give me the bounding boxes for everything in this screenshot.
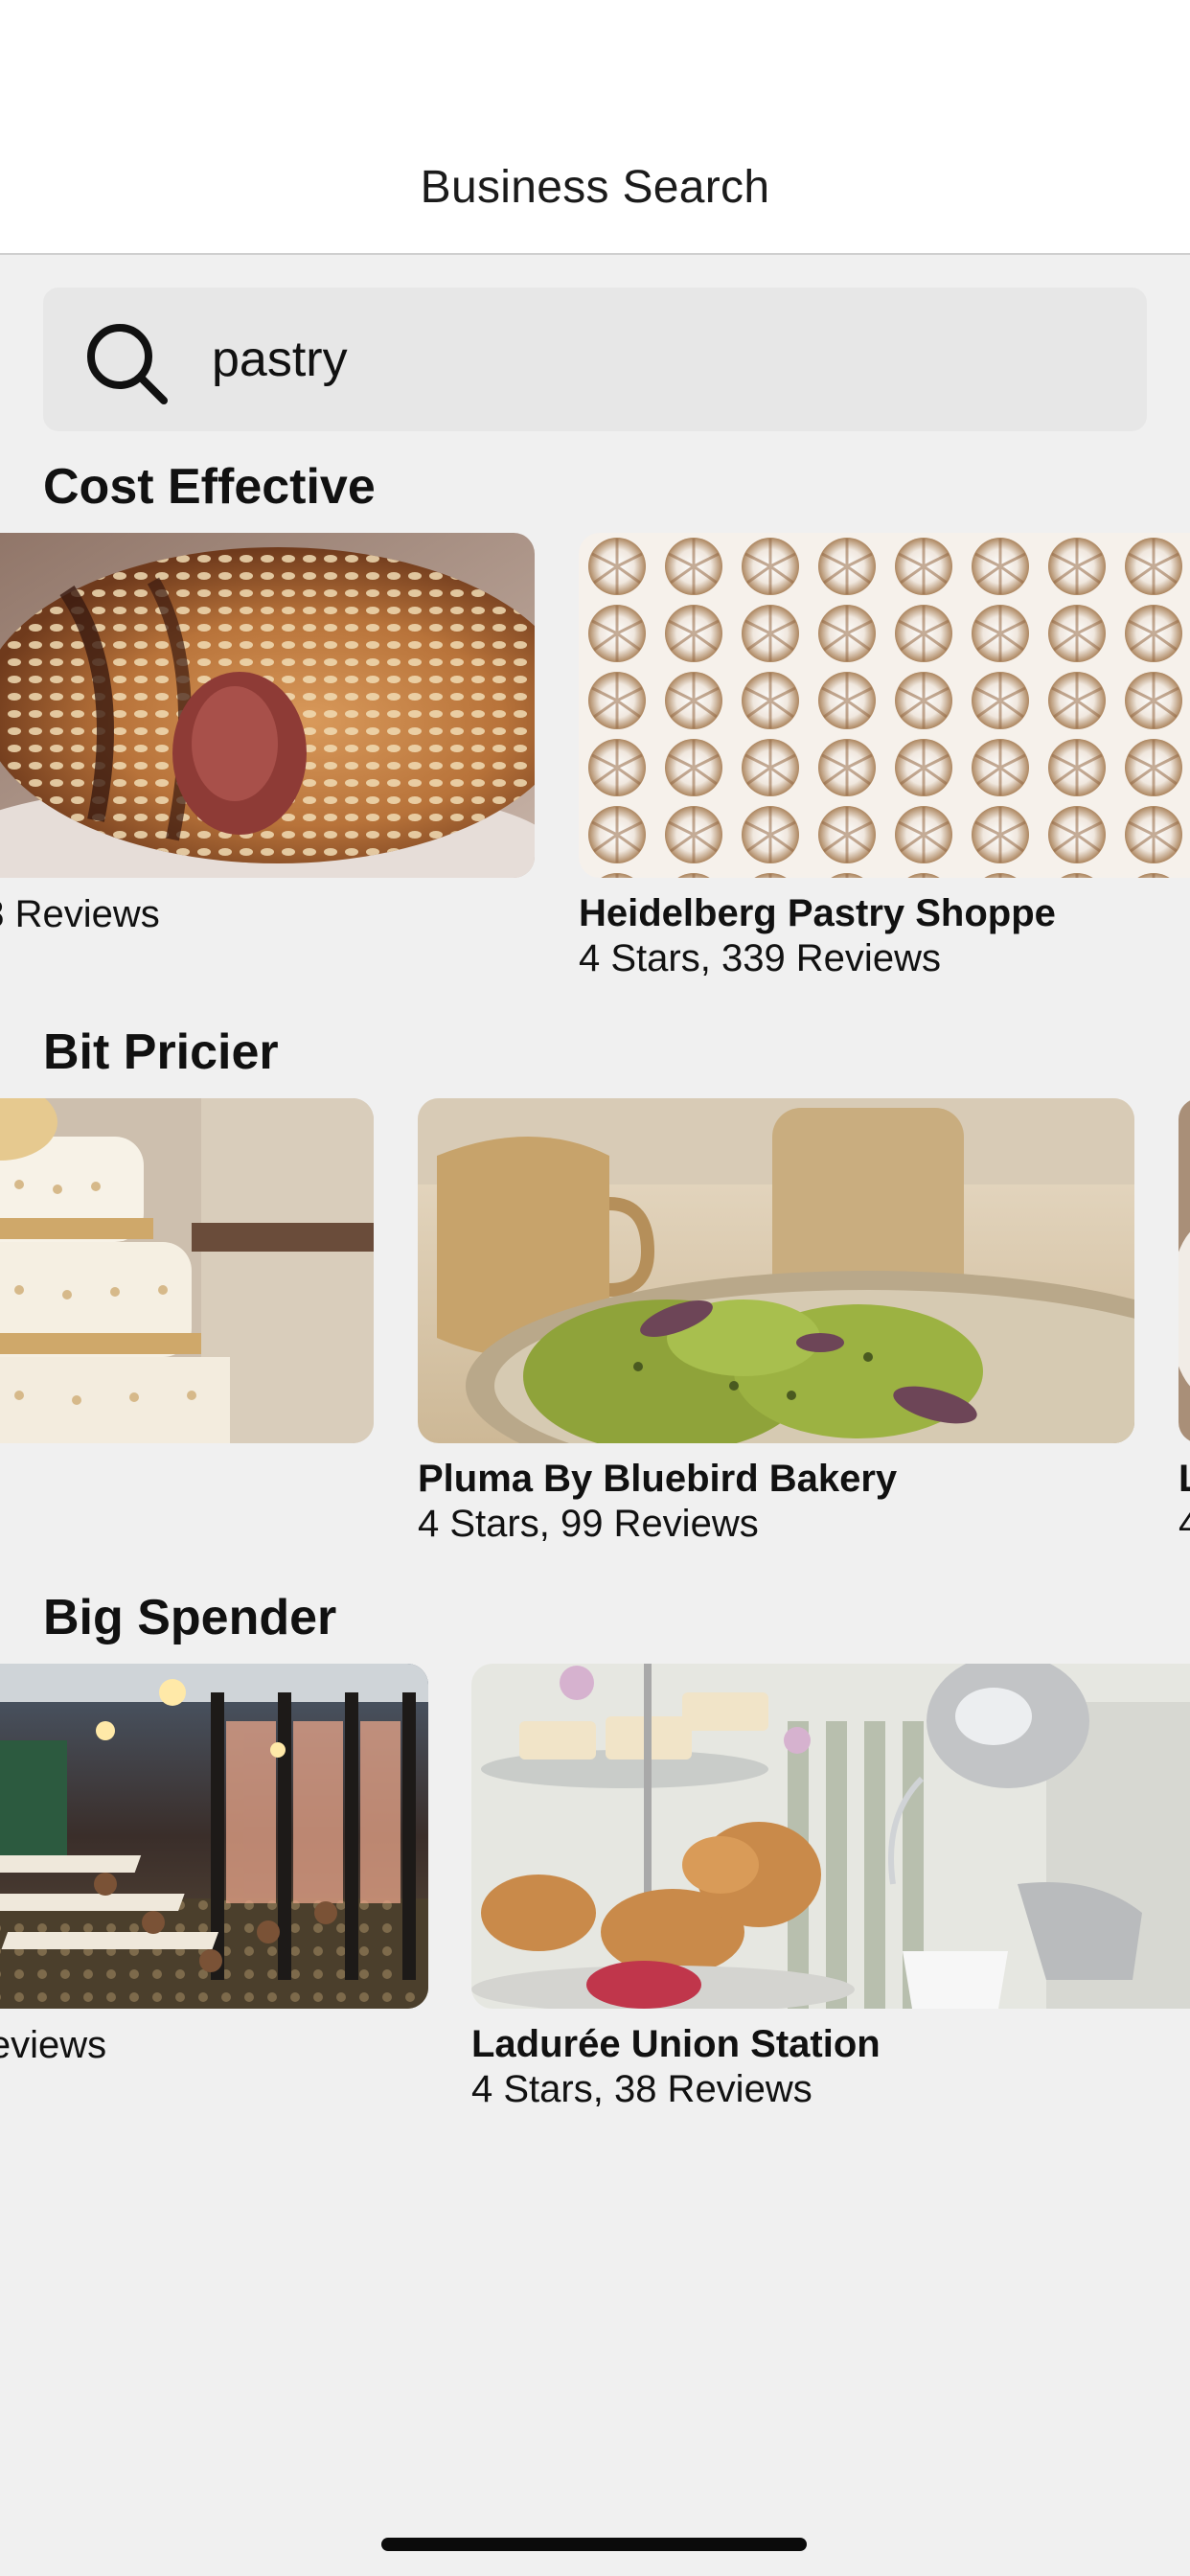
section-title-bit-pricier: Bit Pricier [43,1024,279,1080]
business-card[interactable]: Reviews [0,1664,428,2068]
business-rating: 4 [1179,1503,1190,1545]
business-card[interactable]: Heidelberg Pastry Shoppe 4 Stars, 339 Re… [579,533,1190,981]
meringue-photo [579,533,1190,878]
search-bar[interactable] [43,288,1147,431]
sesame-pastry-photo [0,533,535,878]
business-name: Heidelberg Pastry Shoppe [579,892,1056,934]
business-card[interactable]: 78 Reviews [0,533,535,937]
carousel-big-spender[interactable]: Reviews [0,1664,1190,2124]
business-card[interactable]: L 4 [1179,1098,1190,1547]
business-name: Ladurée Union Station [471,2023,881,2065]
high-tea-photo [471,1664,1190,2009]
business-rating: 4 Stars, 99 Reviews [418,1503,759,1545]
business-rating: 4 Stars, 339 Reviews [579,937,941,979]
page-title: Business Search [420,162,770,213]
search-input[interactable] [212,324,1074,395]
business-rating: s [0,1457,374,1503]
home-indicator[interactable] [381,2538,807,2551]
business-card[interactable]: s [0,1098,374,1503]
business-rating: 4 Stars, 38 Reviews [471,2068,812,2110]
partial-photo [1179,1098,1190,1443]
section-title-cost-effective: Cost Effective [43,459,376,515]
carousel-cost-effective[interactable]: 78 Reviews [0,533,1190,993]
business-card[interactable]: Ladurée Union Station 4 Stars, 38 Review… [471,1664,1190,2112]
search-icon [87,324,168,404]
business-rating: 78 Reviews [0,893,160,935]
business-name: L [1179,1457,1190,1501]
restaurant-interior-photo [0,1664,428,2009]
business-card[interactable]: Pluma By Bluebird Bakery 4 Stars, 99 Rev… [418,1098,1134,1547]
business-rating: Reviews [0,2024,107,2066]
business-name: Pluma By Bluebird Bakery [418,1458,898,1500]
carousel-bit-pricier[interactable]: s [0,1098,1190,1558]
section-title-big-spender: Big Spender [43,1590,337,1645]
navigation-bar: Business Search [0,0,1190,255]
avocado-toast-photo [418,1098,1134,1443]
wedding-cake-photo [0,1098,374,1443]
